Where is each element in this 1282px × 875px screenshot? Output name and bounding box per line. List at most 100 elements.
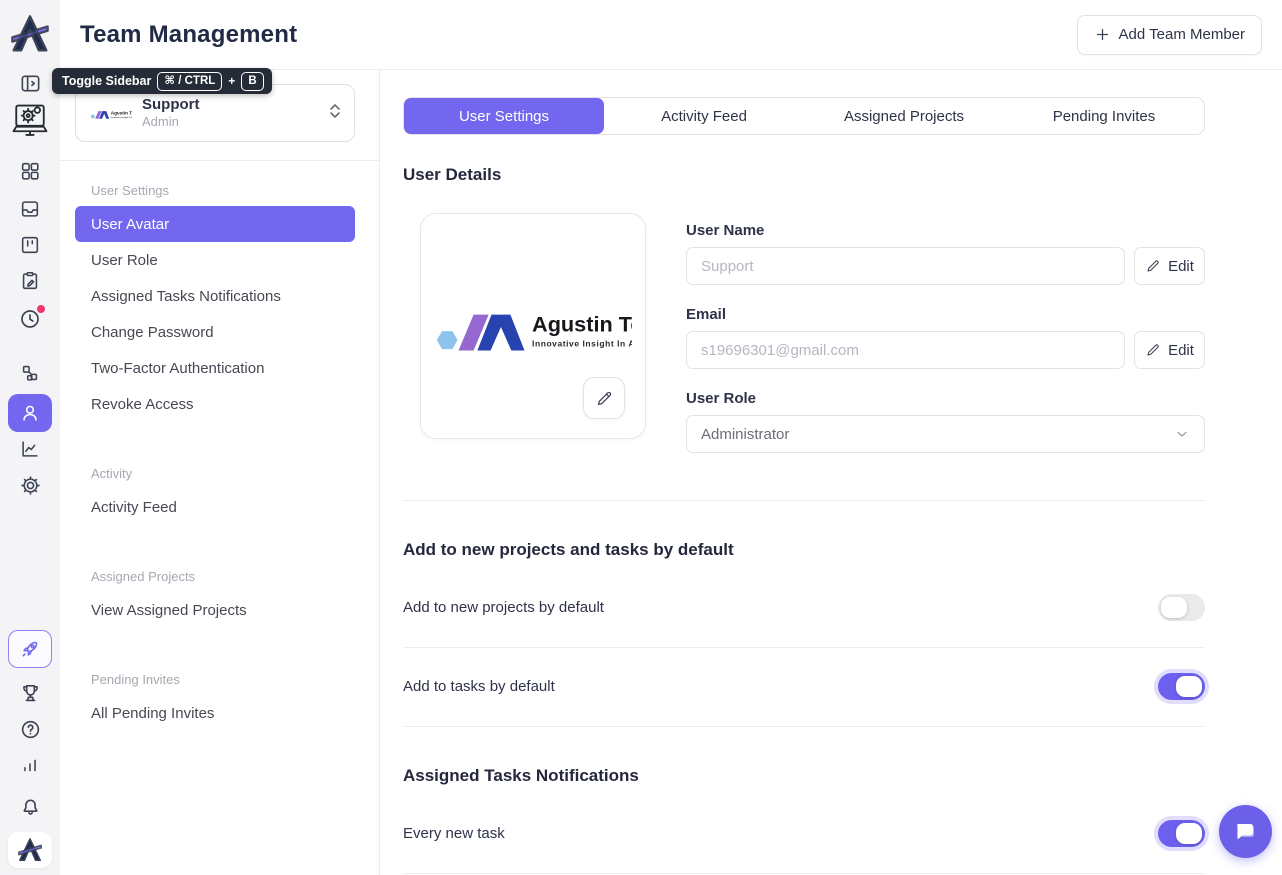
user-name-edit-button[interactable]: Edit [1134, 247, 1205, 285]
tooltip-plus: + [228, 74, 235, 88]
email-label: Email [686, 306, 1205, 323]
sidebar-item-view-assigned-projects[interactable]: View Assigned Projects [75, 592, 355, 628]
launch-nav-button[interactable] [0, 630, 60, 668]
toggle-add-to-projects[interactable] [1158, 594, 1205, 621]
user-details-heading: User Details [403, 165, 1205, 185]
main-content: User Settings Activity Feed Assigned Pro… [380, 70, 1282, 875]
setting-row-every-new-task: Every new task [403, 795, 1205, 874]
sidebar-item-assigned-tasks-notifications[interactable]: Assigned Tasks Notifications [75, 278, 355, 314]
sidebar-item-change-password[interactable]: Change Password [75, 314, 355, 350]
gear-icon [19, 474, 42, 497]
workstation-settings-button[interactable] [0, 100, 60, 146]
email-edit-button[interactable]: Edit [1134, 331, 1205, 369]
sidebar-item-activity-feed[interactable]: Activity Feed [75, 489, 355, 525]
analytics-nav-button[interactable] [0, 754, 60, 776]
nodes-icon [19, 362, 41, 384]
sidebar-item-two-factor-authentication[interactable]: Two-Factor Authentication [75, 350, 355, 386]
integrations-nav-button[interactable] [0, 362, 60, 384]
setting-row-add-to-projects: Add to new projects by default [403, 569, 1205, 648]
trophy-icon [19, 682, 42, 705]
group-label-activity: Activity [91, 466, 355, 481]
reports-nav-button[interactable] [0, 438, 60, 460]
rocket-icon [19, 638, 41, 660]
tooltip-key-b: B [241, 72, 263, 91]
sidebar-item-user-avatar[interactable]: User Avatar [75, 206, 355, 242]
sidebar-divider [60, 160, 379, 161]
user-role-select[interactable]: Administrator [686, 415, 1205, 453]
svg-text:Innovative Insight In Action: Innovative Insight In Action [111, 115, 132, 118]
toggle-add-to-tasks[interactable] [1158, 673, 1205, 700]
app-logo[interactable] [0, 12, 60, 56]
tasks-nav-button[interactable] [0, 270, 60, 292]
tooltip-label: Toggle Sidebar [62, 74, 151, 88]
chat-bubble-icon [1233, 819, 1259, 845]
email-group: Email Edit [686, 306, 1205, 369]
setting-row-add-to-tasks: Add to tasks by default [403, 648, 1205, 727]
brand-footer-logo[interactable] [0, 832, 60, 868]
achievements-nav-button[interactable] [0, 682, 60, 705]
tab-assigned-projects[interactable]: Assigned Projects [804, 98, 1004, 134]
chevron-updown-icon [328, 102, 342, 125]
app-logo-icon-small [18, 837, 42, 863]
account-name: Support [142, 96, 200, 115]
add-team-member-button[interactable]: Add Team Member [1077, 15, 1262, 55]
user-name-group: User Name Edit [686, 222, 1205, 285]
toggle-sidebar-tooltip: Toggle Sidebar ⌘ / CTRL + B [52, 68, 272, 94]
group-label-assigned-projects: Assigned Projects [91, 569, 355, 584]
section-divider [403, 500, 1205, 501]
setting-label: Add to new projects by default [403, 599, 604, 616]
dashboard-nav-button[interactable] [0, 160, 60, 182]
user-icon [19, 402, 41, 424]
toggle-every-new-task[interactable] [1158, 820, 1205, 847]
sidebar-item-revoke-access[interactable]: Revoke Access [75, 386, 355, 422]
avatar-edit-button[interactable] [583, 377, 625, 419]
plus-icon [1094, 26, 1111, 43]
inbox-icon [19, 198, 41, 220]
email-input[interactable] [686, 331, 1125, 369]
chat-fab-button[interactable] [1219, 805, 1272, 858]
pencil-icon [1145, 342, 1161, 358]
user-role-group: User Role Administrator [686, 390, 1205, 453]
account-role: Admin [142, 114, 200, 130]
page-title: Team Management [80, 21, 297, 49]
group-label-user-settings: User Settings [91, 183, 355, 198]
sidebar-toggle-button[interactable] [0, 72, 60, 95]
brand-name-text: Agustin Tech [532, 312, 632, 337]
sidebar-item-all-pending-invites[interactable]: All Pending Invites [75, 695, 355, 731]
user-details-section: Agustin Tech Innovative Insight In Actio… [420, 213, 1205, 453]
brand-tagline-text: Innovative Insight In Action [532, 339, 632, 349]
notifications-section-heading: Assigned Tasks Notifications [403, 766, 1205, 786]
agustin-tech-mini-logo: Agustin Tech Innovative Insight In Actio… [90, 106, 132, 121]
board-nav-button[interactable] [0, 234, 60, 256]
group-label-pending-invites: Pending Invites [91, 672, 355, 687]
icon-rail [0, 0, 60, 875]
bell-icon [19, 796, 42, 819]
settings-nav-button[interactable] [0, 474, 60, 497]
sidebar-item-user-role[interactable]: User Role [75, 242, 355, 278]
bar-chart-icon [19, 754, 41, 776]
notification-dot [36, 304, 46, 314]
tab-user-settings[interactable]: User Settings [404, 98, 604, 134]
notifications-nav-button[interactable] [0, 796, 60, 819]
tooltip-key-combo: ⌘ / CTRL [157, 72, 222, 91]
user-name-input[interactable] [686, 247, 1125, 285]
tabbar: User Settings Activity Feed Assigned Pro… [403, 97, 1205, 135]
user-fields: User Name Edit Email [686, 213, 1205, 453]
tab-pending-invites[interactable]: Pending Invites [1004, 98, 1204, 134]
kanban-icon [19, 234, 41, 256]
page-header: Team Management Add Team Member [60, 0, 1282, 70]
time-tracking-nav-button[interactable] [0, 307, 60, 336]
user-avatar-card: Agustin Tech Innovative Insight In Actio… [420, 213, 646, 439]
settings-sidebar: Agustin Tech Innovative Insight In Actio… [60, 70, 380, 875]
inbox-nav-button[interactable] [0, 198, 60, 220]
user-name-label: User Name [686, 222, 1205, 239]
clipboard-pen-icon [19, 270, 41, 292]
pencil-icon [595, 389, 614, 408]
panel-toggle-icon [19, 72, 42, 95]
team-management-screen: Team Management Add Team Member Toggle S… [0, 0, 1282, 875]
chevron-down-icon [1174, 426, 1190, 442]
tab-activity-feed[interactable]: Activity Feed [604, 98, 804, 134]
help-nav-button[interactable] [0, 718, 60, 741]
setting-label: Every new task [403, 825, 505, 842]
team-nav-button-active[interactable] [0, 394, 60, 432]
